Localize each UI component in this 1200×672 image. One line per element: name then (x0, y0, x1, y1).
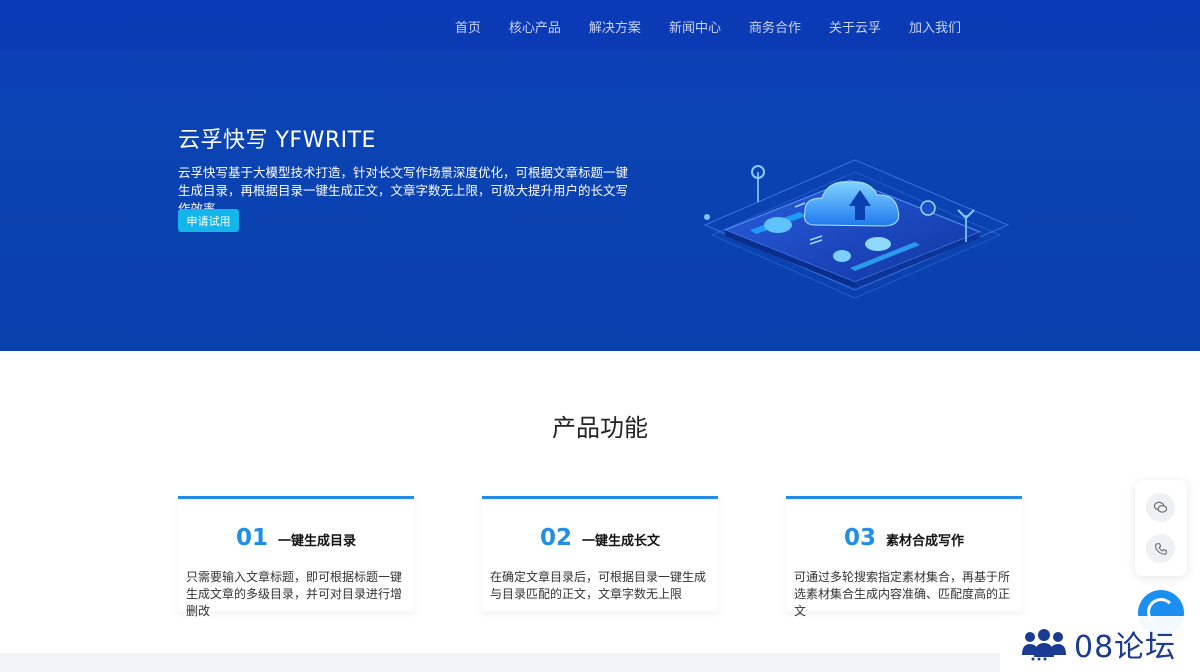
side-contact-widget (1135, 480, 1187, 576)
top-navigation: 首页 核心产品 解决方案 新闻中心 商务合作 关于云孚 加入我们 (0, 0, 1200, 52)
watermark-text: 08论坛 (1074, 630, 1177, 665)
card-title: 一键生成目录 (278, 534, 357, 549)
hero-banner: 首页 核心产品 解决方案 新闻中心 商务合作 关于云孚 加入我们 云孚快写 YF… (0, 0, 1200, 351)
nav-item-about[interactable]: 关于云孚 (815, 0, 895, 52)
nav-item-solutions[interactable]: 解决方案 (575, 0, 655, 52)
nav-item-home[interactable]: 首页 (441, 0, 495, 52)
nav-item-news[interactable]: 新闻中心 (655, 0, 735, 52)
feature-card-01: 01 一键生成目录 只需要输入文章标题，即可根据标题一键生成文章的多级目录，并可… (178, 496, 414, 618)
section-title: 产品功能 (552, 414, 648, 442)
feature-card-03: 03 素材合成写作 可通过多轮搜索指定素材集合，再基于所选素材集合生成内容准确、… (786, 496, 1022, 618)
phone-icon[interactable] (1146, 534, 1175, 563)
nav-item-products[interactable]: 核心产品 (495, 0, 575, 52)
card-title: 素材合成写作 (886, 534, 965, 549)
people-icon (1022, 629, 1066, 661)
card-number: 03 (843, 525, 876, 551)
card-heading: 01 一键生成目录 (178, 525, 414, 551)
hero-description: 云孚快写基于大模型技术打造，针对长文写作场景深度优化，可根据文章标题一键生成目录… (178, 165, 629, 216)
card-text: 可通过多轮搜索指定素材集合，再基于所选素材集合生成内容准确、匹配度高的正文 (794, 570, 1011, 618)
nav-item-business[interactable]: 商务合作 (735, 0, 815, 52)
nav-menu: 首页 核心产品 解决方案 新闻中心 商务合作 关于云孚 加入我们 (441, 0, 975, 52)
feature-card-02: 02 一键生成长文 在确定文章目录后，可根据目录一键生成与目录匹配的正文，文章字… (482, 496, 718, 611)
hero-title: 云孚快写 YFWRITE (178, 128, 376, 153)
card-heading: 03 素材合成写作 (786, 525, 1022, 551)
cloud-upload-icon (703, 159, 1010, 299)
card-title: 一键生成长文 (582, 534, 661, 549)
card-number: 02 (539, 525, 572, 551)
chat-icon[interactable] (1146, 493, 1175, 522)
card-heading: 02 一键生成长文 (482, 525, 718, 551)
nav-item-join[interactable]: 加入我们 (895, 0, 975, 52)
card-text: 在确定文章目录后，可根据目录一键生成与目录匹配的正文，文章字数无上限 (490, 570, 707, 601)
apply-trial-button[interactable]: 申请试用 (178, 209, 239, 232)
card-number: 01 (235, 525, 268, 551)
card-text: 只需要输入文章标题，即可根据标题一键生成文章的多级目录，并可对目录进行增删改 (186, 570, 403, 618)
site-watermark: 08论坛 (1000, 616, 1200, 672)
